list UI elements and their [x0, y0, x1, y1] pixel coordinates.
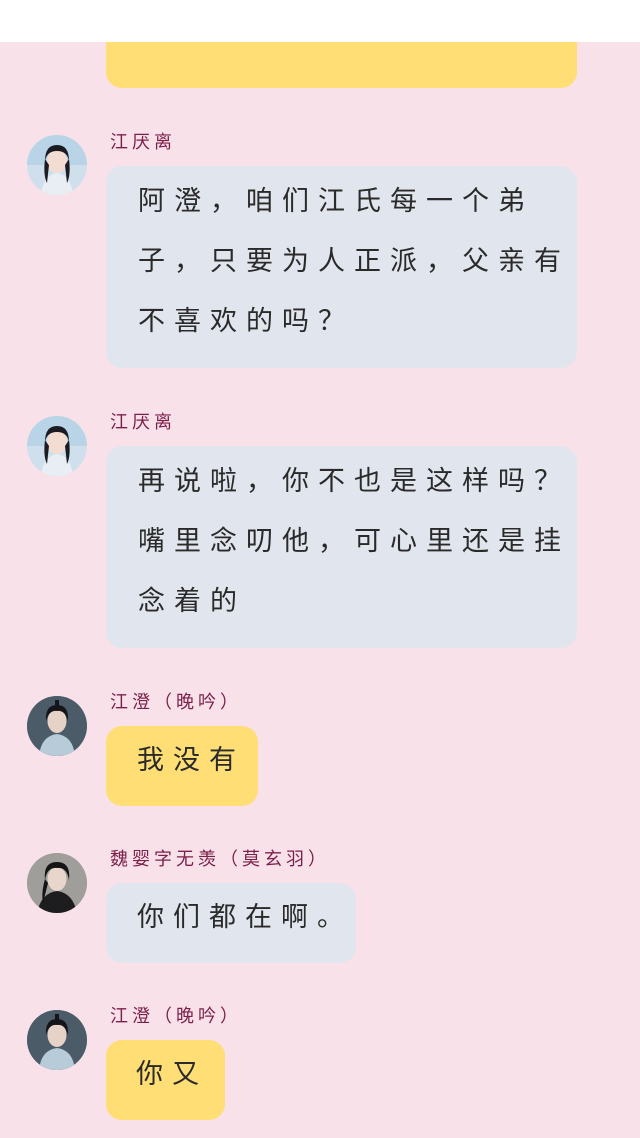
sender-name: 江厌离	[110, 412, 176, 433]
sender-name: 江厌离	[110, 132, 176, 153]
chat-bubble[interactable]: 阿澄，咱们江氏每一个弟 子，只要为人正派，父亲有 不喜欢的吗？	[106, 166, 577, 368]
status-bar-cover	[0, 0, 640, 42]
sender-name: 江澄（晚吟）	[110, 1006, 242, 1027]
chat-bubble-text: 念着的	[138, 586, 246, 617]
chat-bubble-text: 我没有	[137, 745, 245, 776]
chat-bubble[interactable]: 你们都在啊。	[106, 883, 356, 963]
chat-bubble[interactable]: 我没有	[106, 726, 258, 806]
avatar-jiang-yanli-icon[interactable]	[27, 416, 87, 476]
avatar-wei-ying-icon[interactable]	[27, 853, 87, 913]
chat-bubble[interactable]: 你又	[106, 1040, 225, 1120]
sender-name: 江澄（晚吟）	[110, 692, 242, 713]
chat-bubble-text: 你们都在啊。	[137, 902, 353, 933]
chat-area[interactable]: 原因吧 江厌离 阿澄，咱们江氏每一个弟 子，只要为人正派，父亲有 不喜欢的吗？	[0, 0, 640, 1138]
avatar-jiang-cheng-icon[interactable]	[27, 696, 87, 756]
chat-bubble-text: 不喜欢的吗？	[138, 306, 354, 337]
chat-bubble-text: 你又	[136, 1059, 208, 1090]
avatar-jiang-cheng-icon[interactable]	[27, 1010, 87, 1070]
chat-bubble-text: 阿澄，咱们江氏每一个弟	[138, 186, 534, 217]
chat-bubble[interactable]: 再说啦，你不也是这样吗？ 嘴里念叨他，可心里还是挂 念着的	[106, 446, 577, 648]
chat-bubble-text: 子，只要为人正派，父亲有	[138, 246, 570, 277]
avatar-jiang-yanli-icon[interactable]	[27, 135, 87, 195]
chat-bubble-text: 再说啦，你不也是这样吗？	[138, 466, 570, 497]
sender-name: 魏婴字无羡（莫玄羽）	[110, 849, 330, 870]
chat-bubble-text: 嘴里念叨他，可心里还是挂	[138, 526, 570, 557]
